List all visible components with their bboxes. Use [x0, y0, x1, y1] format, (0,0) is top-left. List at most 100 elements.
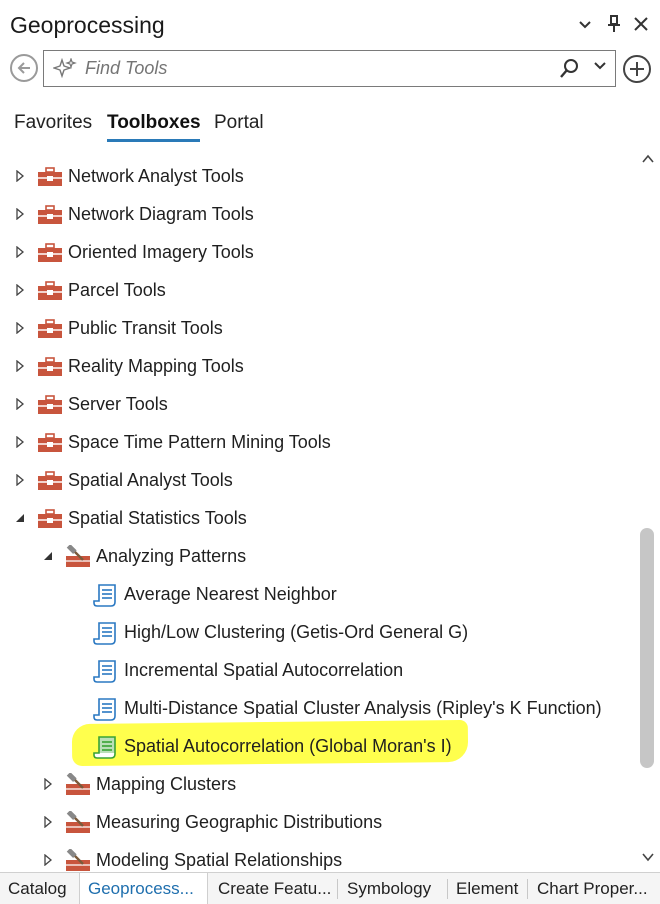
bottom-tab-bar: Catalog Geoprocess... Create Featu... Sy… [0, 872, 660, 904]
tree-item-toolbox[interactable]: Reality Mapping Tools [0, 348, 636, 386]
add-button[interactable] [623, 55, 651, 83]
toolbox-icon [38, 319, 62, 338]
expand-triangle-icon[interactable] [15, 398, 25, 410]
tree-item-label: Multi-Distance Spatial Cluster Analysis … [124, 698, 602, 718]
tree-item-toolbox[interactable]: Server Tools [0, 386, 636, 424]
chevron-down-icon[interactable] [593, 61, 607, 71]
expand-triangle-icon[interactable] [15, 436, 25, 448]
expand-triangle-icon[interactable] [43, 778, 53, 790]
tree-item-label: Reality Mapping Tools [68, 356, 244, 376]
script-tool-icon [93, 698, 116, 721]
expand-triangle-icon[interactable] [15, 208, 25, 220]
expand-triangle-icon[interactable] [15, 284, 25, 296]
tree-item-label: Modeling Spatial Relationships [96, 850, 343, 870]
tab-separator [447, 879, 448, 899]
tree-item-toolbox[interactable]: Spatial Statistics Tools [0, 500, 636, 538]
bottom-tab-symbology[interactable]: Symbology [347, 873, 431, 904]
active-tab-indicator [107, 139, 200, 142]
tree-item-tool[interactable]: Average Nearest Neighbor [0, 576, 636, 614]
toolset-hammer-icon [66, 545, 90, 567]
script-tool-icon [93, 660, 116, 683]
tree-item-toolbox[interactable]: Public Transit Tools [0, 310, 636, 348]
tree-item-tool[interactable]: Incremental Spatial Autocorrelation [0, 652, 636, 690]
tree-item-toolbox[interactable]: Oriented Imagery Tools [0, 234, 636, 272]
bottom-tab-chart-properties[interactable]: Chart Proper... [537, 873, 648, 904]
expand-triangle-icon[interactable] [15, 322, 25, 334]
tree-item-label: Network Diagram Tools [68, 204, 254, 224]
search-icon[interactable] [559, 58, 581, 80]
tree-item-toolbox[interactable]: Network Analyst Tools [0, 158, 636, 196]
tree-item-label: Incremental Spatial Autocorrelation [124, 660, 404, 680]
bottom-tab-create-features[interactable]: Create Featu... [218, 873, 331, 904]
tree-item-toolset[interactable]: Analyzing Patterns [0, 538, 636, 576]
expand-triangle-icon[interactable] [15, 474, 25, 486]
tab-portal[interactable]: Portal [214, 112, 264, 134]
toolbox-tree: Network Analyst Tools Network Diagram Too… [0, 158, 636, 872]
tree-item-label: Public Transit Tools [68, 318, 223, 338]
back-button[interactable] [10, 54, 38, 82]
find-tools-search[interactable] [43, 50, 616, 87]
tree-item-label: High/Low Clustering (Getis-Ord General G… [124, 622, 469, 642]
tree-item-label: Average Nearest Neighbor [124, 584, 337, 604]
bottom-tab-catalog[interactable]: Catalog [8, 873, 67, 904]
tree-item-label: Space Time Pattern Mining Tools [68, 432, 331, 452]
toolset-hammer-icon [66, 849, 90, 871]
expand-triangle-icon[interactable] [15, 360, 25, 372]
scroll-thumb[interactable] [640, 528, 654, 768]
script-tool-icon [93, 584, 116, 607]
tree-item-label: Mapping Clusters [96, 774, 237, 794]
arrow-left-icon [17, 62, 30, 74]
script-tool-icon [93, 622, 116, 645]
tree-item-label: Analyzing Patterns [96, 546, 247, 566]
tree-item-toolbox[interactable]: Space Time Pattern Mining Tools [0, 424, 636, 462]
tree-item-label: Network Analyst Tools [68, 166, 244, 186]
tree-item-toolset[interactable]: Measuring Geographic Distributions [0, 804, 636, 842]
tree-item-label: Oriented Imagery Tools [68, 242, 254, 262]
tree-item-tool[interactable]: Multi-Distance Spatial Cluster Analysis … [0, 690, 636, 728]
tree-item-label: Parcel Tools [68, 280, 166, 300]
tree-item-toolset[interactable]: Mapping Clusters [0, 766, 636, 804]
title-bar: Geoprocessing [0, 0, 660, 50]
script-tool-icon [93, 736, 116, 759]
tab-favorites[interactable]: Favorites [14, 112, 92, 134]
expand-triangle-icon[interactable] [43, 816, 53, 828]
toolset-hammer-icon [66, 811, 90, 833]
vertical-scrollbar[interactable] [636, 148, 660, 872]
tree-item-label: Spatial Autocorrelation (Global Moran's … [124, 736, 452, 756]
pane-title: Geoprocessing [10, 12, 165, 38]
tree-item-toolbox[interactable]: Parcel Tools [0, 272, 636, 310]
toolset-hammer-icon [66, 773, 90, 795]
expand-triangle-icon[interactable] [15, 170, 25, 182]
toolbox-icon [38, 167, 62, 186]
toolbox-icon [38, 243, 62, 262]
tree-item-label: Server Tools [68, 394, 168, 414]
tree-item-toolset[interactable]: Modeling Spatial Relationships [0, 842, 636, 872]
toolbox-icon [38, 281, 62, 300]
tree-item-toolbox[interactable]: Network Diagram Tools [0, 196, 636, 234]
toolbox-icon [38, 205, 62, 224]
bottom-tab-element[interactable]: Element [456, 873, 518, 904]
scroll-down-icon[interactable] [642, 852, 654, 862]
pin-icon[interactable] [606, 15, 622, 33]
collapse-triangle-icon[interactable] [15, 512, 25, 524]
tree-item-label: Spatial Statistics Tools [68, 508, 247, 528]
expand-triangle-icon[interactable] [43, 854, 53, 866]
sparkle-icon [53, 58, 77, 79]
collapse-triangle-icon[interactable] [43, 550, 53, 562]
tab-toolboxes[interactable]: Toolboxes [107, 112, 201, 134]
tree-item-label: Measuring Geographic Distributions [96, 812, 383, 832]
tree-item-toolbox[interactable]: Spatial Analyst Tools [0, 462, 636, 500]
tree-item-tool[interactable]: Spatial Autocorrelation (Global Moran's … [0, 728, 636, 766]
tree-item-label: Spatial Analyst Tools [68, 470, 233, 490]
tab-separator [337, 879, 338, 899]
search-input[interactable] [85, 58, 545, 79]
tab-separator [527, 879, 528, 899]
tree-item-tool[interactable]: High/Low Clustering (Getis-Ord General G… [0, 614, 636, 652]
toolbox-icon [38, 509, 62, 528]
chevron-down-icon[interactable] [578, 20, 592, 30]
toolbox-icon [38, 357, 62, 376]
close-icon[interactable] [633, 16, 649, 32]
scroll-up-icon[interactable] [642, 154, 654, 164]
bottom-tab-geoprocessing[interactable]: Geoprocess... [79, 873, 208, 904]
expand-triangle-icon[interactable] [15, 246, 25, 258]
